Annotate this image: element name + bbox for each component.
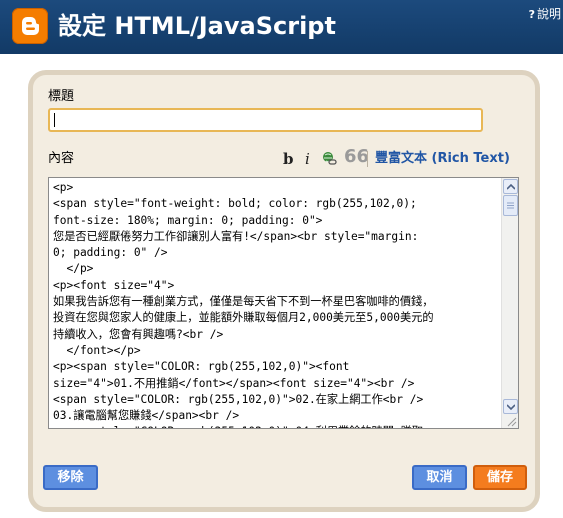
content-line: </font></p>: [53, 343, 141, 357]
page-title: 設定 HTML/JavaScript: [58, 12, 336, 40]
blogger-logo-icon: [12, 8, 48, 44]
rich-text-link[interactable]: 豐富文本 (Rich Text): [375, 149, 510, 169]
italic-button[interactable]: i: [305, 149, 310, 169]
content-line: <p>: [53, 181, 74, 194]
content-line: 您是否已經厭倦努力工作卻讓別人富有!</span><br style="marg…: [53, 229, 419, 243]
content-line: 0; padding: 0" />: [53, 246, 168, 260]
content-line: <p><span style="COLOR: rgb(255,102,0)"><…: [53, 360, 350, 374]
content-textarea[interactable]: <p> <span style="font-weight: bold; color…: [48, 177, 519, 429]
title-label: 標題: [48, 89, 75, 104]
content-line: font-size: 180%; margin: 0; padding: 0">: [53, 213, 323, 227]
content-line: </p>: [53, 262, 94, 276]
link-icon[interactable]: [321, 151, 337, 172]
help-icon: ?: [528, 8, 535, 21]
content-line: 持續收入，您會有興趣嗎?<br />: [53, 327, 224, 341]
save-button[interactable]: 儲存: [473, 465, 527, 490]
scroll-up-button[interactable]: [503, 179, 518, 194]
content-text: <p> <span style="font-weight: bold; color…: [53, 180, 501, 428]
text-cursor: [54, 113, 55, 127]
quote-button[interactable]: 66: [344, 147, 369, 167]
header-bar: 設定 HTML/JavaScript ? 說明: [0, 0, 563, 54]
remove-button[interactable]: 移除: [43, 465, 98, 490]
content-label: 內容: [48, 151, 75, 166]
content-line: <span style="COLOR: rgb(255,102,0)">04.利…: [53, 424, 501, 428]
scrollbar-thumb[interactable]: [503, 195, 518, 216]
vertical-scrollbar[interactable]: [501, 178, 518, 428]
settings-panel: 標題 內容 b i 66 豐富文本 (Rich Text) <p> <span s…: [28, 70, 540, 512]
content-line: <span style="COLOR: rgb(255,102,0)">02.在…: [53, 392, 424, 406]
content-line: size="4">01.不用推銷</font></span><font size…: [53, 376, 415, 390]
help-link[interactable]: ? 說明: [529, 6, 561, 23]
help-label: 說明: [536, 7, 561, 21]
resize-grip-icon[interactable]: [505, 415, 517, 427]
title-input[interactable]: [48, 108, 483, 132]
content-line: 投資在您與您家人的健康上，並能額外賺取每個月2,000美元至5,000美元的: [53, 311, 434, 325]
scroll-down-button[interactable]: [503, 399, 518, 414]
bold-button[interactable]: b: [283, 149, 294, 169]
content-line: <p><font size="4">: [53, 278, 175, 292]
content-line: 03.讓電腦幫您賺錢</span><br />: [53, 409, 240, 423]
cancel-button[interactable]: 取消: [412, 465, 467, 490]
toolbar-divider: [367, 151, 368, 167]
content-line: <span style="font-weight: bold; color: r…: [53, 197, 417, 211]
content-line: 如果我告訴您有一種創業方式，僅僅是每天省下不到一杯星巴客咖啡的價錢，: [53, 295, 434, 309]
